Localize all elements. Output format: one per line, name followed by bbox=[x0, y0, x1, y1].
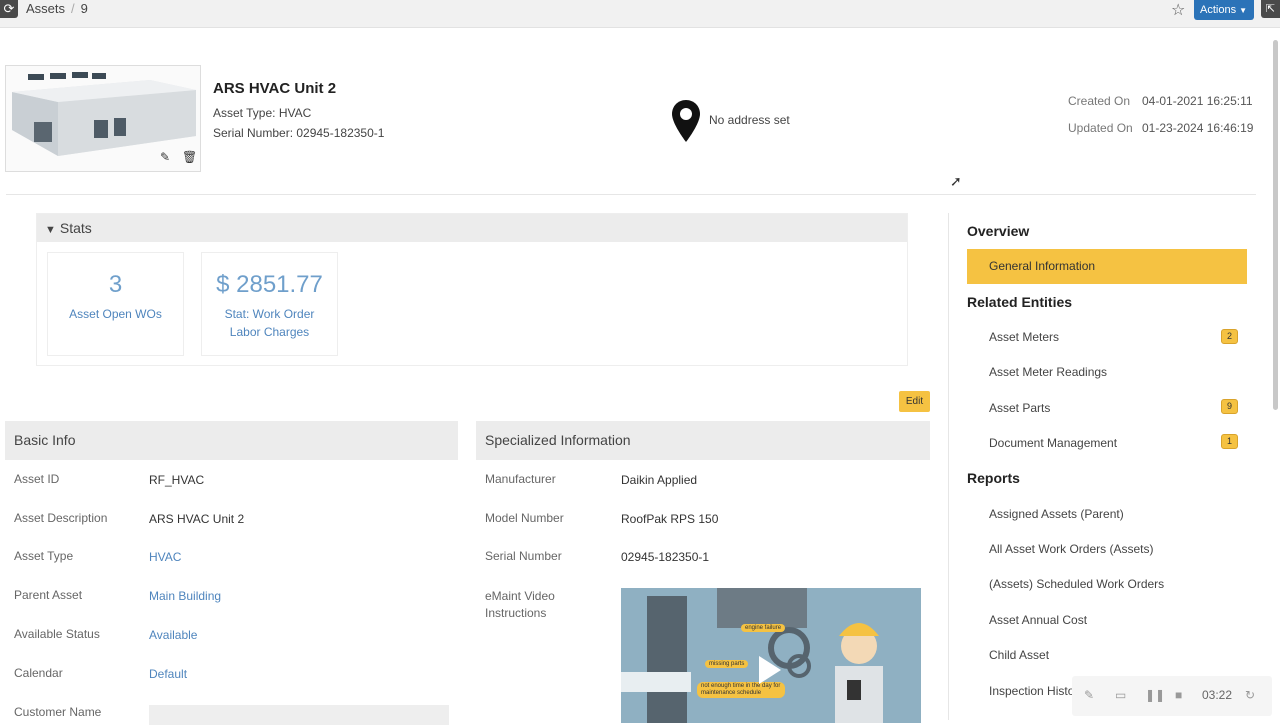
count-badge: 1 bbox=[1221, 434, 1238, 449]
nav-item-asset-meter-readings[interactable]: Asset Meter Readings bbox=[989, 365, 1107, 379]
asset-type-line: Asset Type: HVAC bbox=[213, 106, 312, 120]
report-scheduled-work-orders[interactable]: (Assets) Scheduled Work Orders bbox=[989, 577, 1164, 591]
stop-icon[interactable]: ■ bbox=[1175, 688, 1182, 702]
nav-item-document-management[interactable]: Document Management bbox=[989, 436, 1117, 450]
nav-item-general-information[interactable]: General Information bbox=[967, 249, 1247, 284]
related-entities-heading: Related Entities bbox=[967, 294, 1073, 310]
asset-image: ✎ 🗑 bbox=[5, 65, 201, 172]
actions-label: Actions bbox=[1200, 4, 1237, 16]
asset-type-link[interactable]: HVAC bbox=[149, 550, 181, 564]
stat-label: Stat: Work Order Labor Charges bbox=[224, 307, 315, 339]
nav-divider bbox=[948, 213, 949, 720]
field-label: Calendar bbox=[14, 666, 63, 680]
map-pin-icon bbox=[672, 100, 700, 142]
stat-value: 3 bbox=[108, 271, 123, 298]
note-icon[interactable]: ▭ bbox=[1115, 688, 1126, 702]
breadcrumb-current: 9 bbox=[80, 1, 88, 16]
count-badge: 2 bbox=[1221, 329, 1238, 344]
updated-on-value: 01-23-2024 16:46:19 bbox=[1142, 121, 1254, 135]
stats-title: Stats bbox=[59, 220, 92, 236]
video-tag: not enough time in the day for maintenan… bbox=[697, 682, 785, 698]
edit-image-icon[interactable]: ✎ bbox=[160, 150, 170, 164]
pause-icon[interactable]: ❚❚ bbox=[1145, 688, 1165, 702]
header-divider bbox=[6, 194, 1256, 195]
breadcrumb-assets-link[interactable]: Assets bbox=[26, 1, 65, 16]
serial-number-line: Serial Number: 02945-182350-1 bbox=[213, 126, 385, 140]
play-icon[interactable] bbox=[759, 656, 781, 684]
caret-down-icon: ▼ bbox=[1239, 6, 1247, 15]
actions-button[interactable]: Actions ▼ bbox=[1194, 0, 1254, 20]
reports-heading: Reports bbox=[967, 470, 1020, 486]
serial-number-value: 02945-182350-1 bbox=[621, 550, 710, 564]
address-text: No address set bbox=[709, 113, 790, 127]
nav-item-asset-meters[interactable]: Asset Meters bbox=[989, 330, 1059, 344]
available-status-link[interactable]: Available bbox=[149, 628, 197, 642]
stat-label: Asset Open WOs bbox=[69, 307, 162, 321]
field-label: Parent Asset bbox=[14, 588, 83, 602]
refresh-icon[interactable]: ⟳ bbox=[0, 0, 18, 18]
report-assigned-assets[interactable]: Assigned Assets (Parent) bbox=[989, 507, 1124, 521]
stat-open-wos[interactable]: 3 Asset Open WOs bbox=[47, 252, 184, 356]
overview-heading: Overview bbox=[967, 223, 1030, 239]
top-bar: ⟳ Assets / 9 ☆ Actions ▼ ⇱ bbox=[0, 0, 1280, 28]
mouse-cursor-icon: ➚ bbox=[950, 173, 962, 189]
asset-title: ARS HVAC Unit 2 bbox=[213, 80, 337, 97]
video-tag: engine failure bbox=[741, 624, 786, 632]
field-label: Manufacturer bbox=[485, 472, 556, 486]
asset-id-value: RF_HVAC bbox=[149, 473, 205, 487]
field-label: eMaint Video Instructions bbox=[485, 589, 555, 620]
stat-value: $ 2851.77 bbox=[216, 271, 323, 298]
nav-item-label: General Information bbox=[989, 259, 1096, 273]
calendar-link[interactable]: Default bbox=[149, 667, 187, 681]
parent-asset-link[interactable]: Main Building bbox=[149, 589, 221, 603]
updated-on-label: Updated On bbox=[1068, 121, 1133, 135]
report-inspection-history[interactable]: Inspection History bbox=[989, 684, 1084, 698]
pen-icon[interactable]: ✎ bbox=[1084, 688, 1094, 702]
nav-item-asset-parts[interactable]: Asset Parts bbox=[989, 401, 1050, 415]
field-label: Model Number bbox=[485, 511, 564, 525]
basic-info-header: Basic Info bbox=[5, 421, 458, 460]
field-label: Serial Number bbox=[485, 549, 562, 563]
manufacturer-value: Daikin Applied bbox=[621, 473, 698, 487]
video-player[interactable]: engine failure missing parts not enough … bbox=[621, 588, 921, 723]
customer-name-field[interactable] bbox=[149, 705, 449, 725]
field-label: Available Status bbox=[14, 627, 100, 641]
model-number-value: RoofPak RPS 150 bbox=[621, 512, 719, 526]
stats-panel: ▼ Stats 3 Asset Open WOs $ 2851.77 Stat: … bbox=[36, 213, 908, 366]
recording-time: 03:22 bbox=[1202, 688, 1233, 702]
created-on-label: Created On bbox=[1068, 94, 1131, 108]
field-label: Customer Name bbox=[14, 705, 102, 719]
field-label: Asset Description bbox=[14, 511, 108, 525]
video-tag: missing parts bbox=[705, 660, 749, 668]
page-scrollbar[interactable] bbox=[1273, 40, 1278, 410]
asset-description-value: ARS HVAC Unit 2 bbox=[149, 512, 245, 526]
specialized-info-header: Specialized Information bbox=[476, 421, 930, 460]
delete-image-icon[interactable]: 🗑 bbox=[182, 150, 197, 164]
field-label: Asset Type bbox=[14, 549, 74, 563]
stats-toggle[interactable]: ▼ Stats bbox=[37, 214, 907, 242]
created-on-value: 04-01-2021 16:25:11 bbox=[1142, 94, 1253, 108]
report-all-asset-work-orders[interactable]: All Asset Work Orders (Assets) bbox=[989, 542, 1153, 556]
favorite-star-icon[interactable]: ☆ bbox=[1171, 0, 1185, 20]
report-asset-annual-cost[interactable]: Asset Annual Cost bbox=[989, 613, 1087, 627]
chevron-down-icon: ▼ bbox=[45, 224, 56, 236]
breadcrumb: Assets / 9 bbox=[26, 1, 88, 16]
count-badge: 9 bbox=[1221, 399, 1238, 414]
stat-labor-charges[interactable]: $ 2851.77 Stat: Work Order Labor Charges bbox=[201, 252, 338, 356]
breadcrumb-separator: / bbox=[71, 1, 75, 16]
edit-button[interactable]: Edit bbox=[899, 391, 930, 412]
export-icon[interactable]: ⇱ bbox=[1261, 0, 1280, 18]
field-label: Asset ID bbox=[14, 472, 60, 486]
report-child-asset[interactable]: Child Asset bbox=[989, 648, 1049, 662]
recording-controls: ✎ ▭ ❚❚ ■ 03:22 ↻ bbox=[1072, 676, 1272, 716]
restart-icon[interactable]: ↻ bbox=[1245, 688, 1255, 702]
